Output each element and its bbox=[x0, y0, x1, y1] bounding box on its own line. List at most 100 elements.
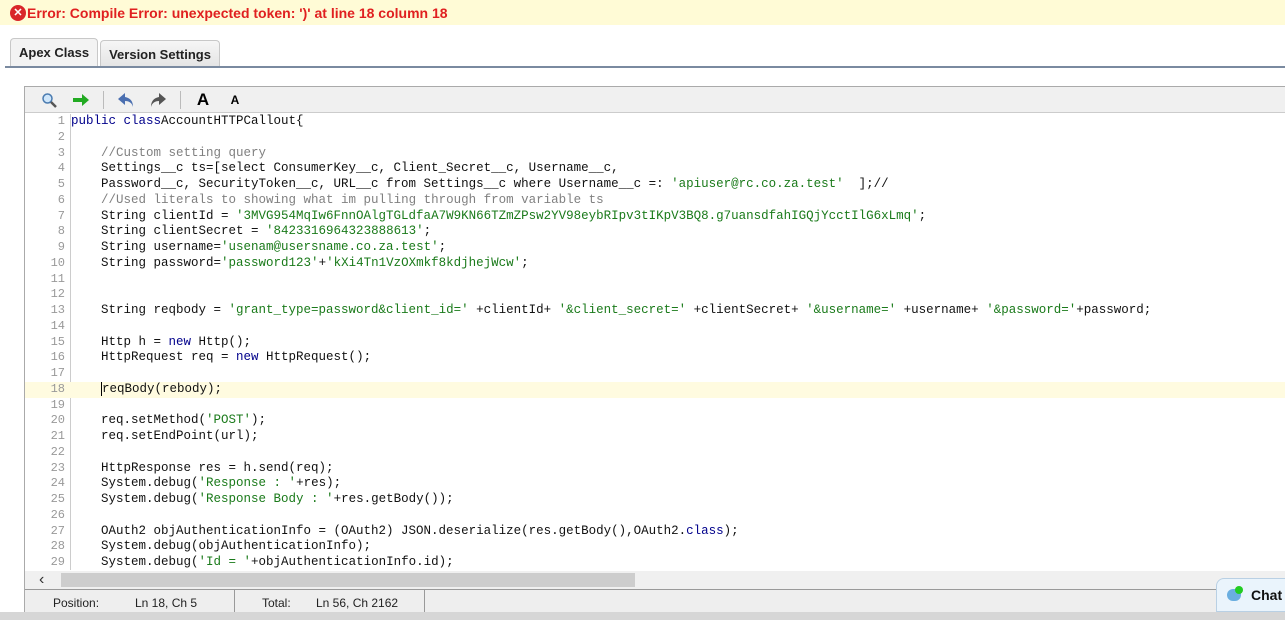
code-text: String reqbody = 'grant_type=password&cl… bbox=[71, 303, 1151, 319]
code-token: System.debug( bbox=[71, 555, 199, 569]
tab-apex-class[interactable]: Apex Class bbox=[10, 38, 99, 66]
code-text: Http h = new Http(); bbox=[71, 335, 251, 351]
line-number: 6 bbox=[57, 192, 65, 207]
code-line[interactable]: 6 //Used literals to showing what im pul… bbox=[25, 193, 1285, 209]
font-smaller-icon[interactable]: A bbox=[225, 90, 245, 110]
code-token: 'password123' bbox=[221, 255, 319, 270]
code-text: String clientId = '3MVG954MqIw6FnnOAlgTG… bbox=[71, 209, 926, 225]
code-text: OAuth2 objAuthenticationInfo = (OAuth2) … bbox=[71, 524, 739, 540]
code-token: AccountHTTPCallout{ bbox=[161, 114, 304, 128]
code-text: String clientSecret = '84233169643238886… bbox=[71, 224, 431, 240]
code-line[interactable]: 27 OAuth2 objAuthenticationInfo = (OAuth… bbox=[25, 524, 1285, 540]
line-number: 9 bbox=[57, 240, 65, 254]
code-token: OAuth2 objAuthenticationInfo = (OAuth2) … bbox=[71, 523, 687, 538]
code-line[interactable]: 17 bbox=[25, 366, 1285, 382]
code-text: req.setMethod('POST'); bbox=[71, 413, 266, 429]
scrollbar-thumb[interactable] bbox=[61, 573, 635, 587]
code-line[interactable]: 2 bbox=[25, 130, 1285, 146]
code-line[interactable]: 4 Settings__c ts=[select ConsumerKey__c,… bbox=[25, 161, 1285, 177]
line-number: 10 bbox=[50, 255, 65, 270]
code-line[interactable]: 21 req.setEndPoint(url); bbox=[25, 429, 1285, 445]
code-line[interactable]: 28 System.debug(objAuthenticationInfo); bbox=[25, 539, 1285, 555]
error-message: Error: Compile Error: unexpected token: … bbox=[27, 4, 448, 21]
line-number: 25 bbox=[50, 492, 65, 506]
line-number: 16 bbox=[50, 350, 65, 365]
status-bar: Position: Ln 18, Ch 5 Total: Ln 56, Ch 2… bbox=[25, 589, 1285, 614]
code-token: 'POST' bbox=[206, 413, 252, 428]
line-number: 22 bbox=[50, 444, 65, 459]
line-number: 21 bbox=[50, 429, 65, 443]
page-footer-bar bbox=[0, 612, 1285, 620]
code-token: ; bbox=[423, 224, 432, 239]
code-line[interactable]: 16 HttpRequest req = new HttpRequest(); bbox=[25, 350, 1285, 366]
code-line[interactable]: 9 String username='usenam@usersname.co.z… bbox=[25, 240, 1285, 256]
code-editor: A A 1 public classAccountHTTPCallout{2 3 /… bbox=[24, 86, 1285, 614]
code-token: ; bbox=[918, 208, 927, 223]
go-to-line-icon[interactable] bbox=[71, 90, 91, 110]
code-token: 'kXi4Tn1VzOXmkf8kdjhejWcw' bbox=[326, 255, 522, 270]
code-token: '8423316964323888613' bbox=[266, 224, 424, 239]
code-line[interactable]: 22 bbox=[25, 445, 1285, 461]
code-token: 'Response : ' bbox=[198, 476, 297, 491]
code-token: ; bbox=[438, 240, 447, 254]
undo-icon[interactable] bbox=[116, 90, 136, 110]
code-token: System.debug( bbox=[71, 476, 199, 491]
code-line[interactable]: 10 String password='password123'+'kXi4Tn… bbox=[25, 256, 1285, 272]
code-text: String password='password123'+'kXi4Tn1Vz… bbox=[71, 256, 529, 272]
code-token: System.debug(objAuthenticationInfo); bbox=[71, 539, 372, 554]
code-token: 'Response Body : ' bbox=[198, 492, 334, 506]
font-larger-icon[interactable]: A bbox=[193, 90, 213, 110]
total-label: Total: bbox=[262, 596, 291, 610]
position-label: Position: bbox=[53, 596, 100, 610]
code-token: String clientSecret = bbox=[71, 224, 267, 239]
line-number: 29 bbox=[50, 555, 65, 569]
code-area[interactable]: 1 public classAccountHTTPCallout{2 3 //Cus… bbox=[25, 114, 1285, 570]
code-line[interactable]: 26 bbox=[25, 508, 1285, 524]
toolbar-separator bbox=[103, 90, 104, 109]
line-number: 13 bbox=[50, 303, 65, 317]
code-token: //Custom setting query bbox=[101, 145, 267, 160]
code-line[interactable]: 13 String reqbody = 'grant_type=password… bbox=[25, 303, 1285, 319]
code-line[interactable]: 14 bbox=[25, 319, 1285, 335]
tab-divider bbox=[5, 66, 1285, 68]
code-line[interactable]: 25 System.debug('Response Body : '+res.g… bbox=[25, 492, 1285, 508]
code-line[interactable]: 24 System.debug('Response : '+res); bbox=[25, 476, 1285, 492]
tab-bar: Apex Class Version Settings bbox=[10, 38, 222, 67]
code-token: System.debug( bbox=[71, 492, 199, 506]
code-line[interactable]: 15 Http h = new Http(); bbox=[25, 335, 1285, 351]
code-line[interactable]: 11 bbox=[25, 272, 1285, 288]
editor-toolbar: A A bbox=[25, 87, 1285, 113]
line-number: 1 bbox=[57, 114, 65, 128]
code-line[interactable]: 5 Password__c, SecurityToken__c, URL__c … bbox=[25, 177, 1285, 193]
code-text: String username='usenam@usersname.co.za.… bbox=[71, 240, 446, 256]
redo-icon[interactable] bbox=[148, 90, 168, 110]
code-token: Http(); bbox=[191, 334, 252, 349]
code-token: HttpRequest req = bbox=[71, 350, 237, 365]
line-number: 23 bbox=[50, 460, 65, 475]
position-value: Ln 18, Ch 5 bbox=[135, 596, 198, 610]
code-text: Password__c, SecurityToken__c, URL__c fr… bbox=[71, 177, 889, 193]
chat-bubble-icon bbox=[1227, 586, 1243, 601]
search-icon[interactable] bbox=[39, 90, 59, 110]
code-token: '&client_secret=' bbox=[558, 303, 687, 317]
code-line[interactable]: 1 public classAccountHTTPCallout{ bbox=[25, 114, 1285, 130]
code-line[interactable]: 29 System.debug('Id = '+objAuthenticatio… bbox=[25, 555, 1285, 570]
code-line[interactable]: 19 bbox=[25, 398, 1285, 414]
code-line[interactable]: 7 String clientId = '3MVG954MqIw6FnnOAlg… bbox=[25, 209, 1285, 225]
code-line[interactable]: 3 //Custom setting query bbox=[25, 146, 1285, 162]
line-number: 7 bbox=[57, 208, 65, 223]
horizontal-scrollbar[interactable]: ‹ bbox=[25, 571, 1285, 589]
chat-button[interactable]: Chat bbox=[1216, 578, 1285, 612]
code-line[interactable]: 8 String clientSecret = '842331696432388… bbox=[25, 224, 1285, 240]
code-token: reqBody(rebody); bbox=[102, 381, 223, 396]
code-line[interactable]: 12 bbox=[25, 287, 1285, 303]
tab-version-settings[interactable]: Version Settings bbox=[100, 40, 220, 67]
code-token: HttpResponse res = h.send(req); bbox=[71, 460, 334, 475]
code-token: 'grant_type=password&client_id=' bbox=[228, 303, 469, 317]
code-line[interactable]: 23 HttpResponse res = h.send(req); bbox=[25, 461, 1285, 477]
scroll-left-icon[interactable]: ‹ bbox=[39, 571, 44, 589]
line-number: 12 bbox=[50, 287, 65, 302]
code-line[interactable]: 18 reqBody(rebody); bbox=[25, 381, 1285, 398]
code-line[interactable]: 20 req.setMethod('POST'); bbox=[25, 413, 1285, 429]
line-number: 26 bbox=[50, 507, 65, 522]
